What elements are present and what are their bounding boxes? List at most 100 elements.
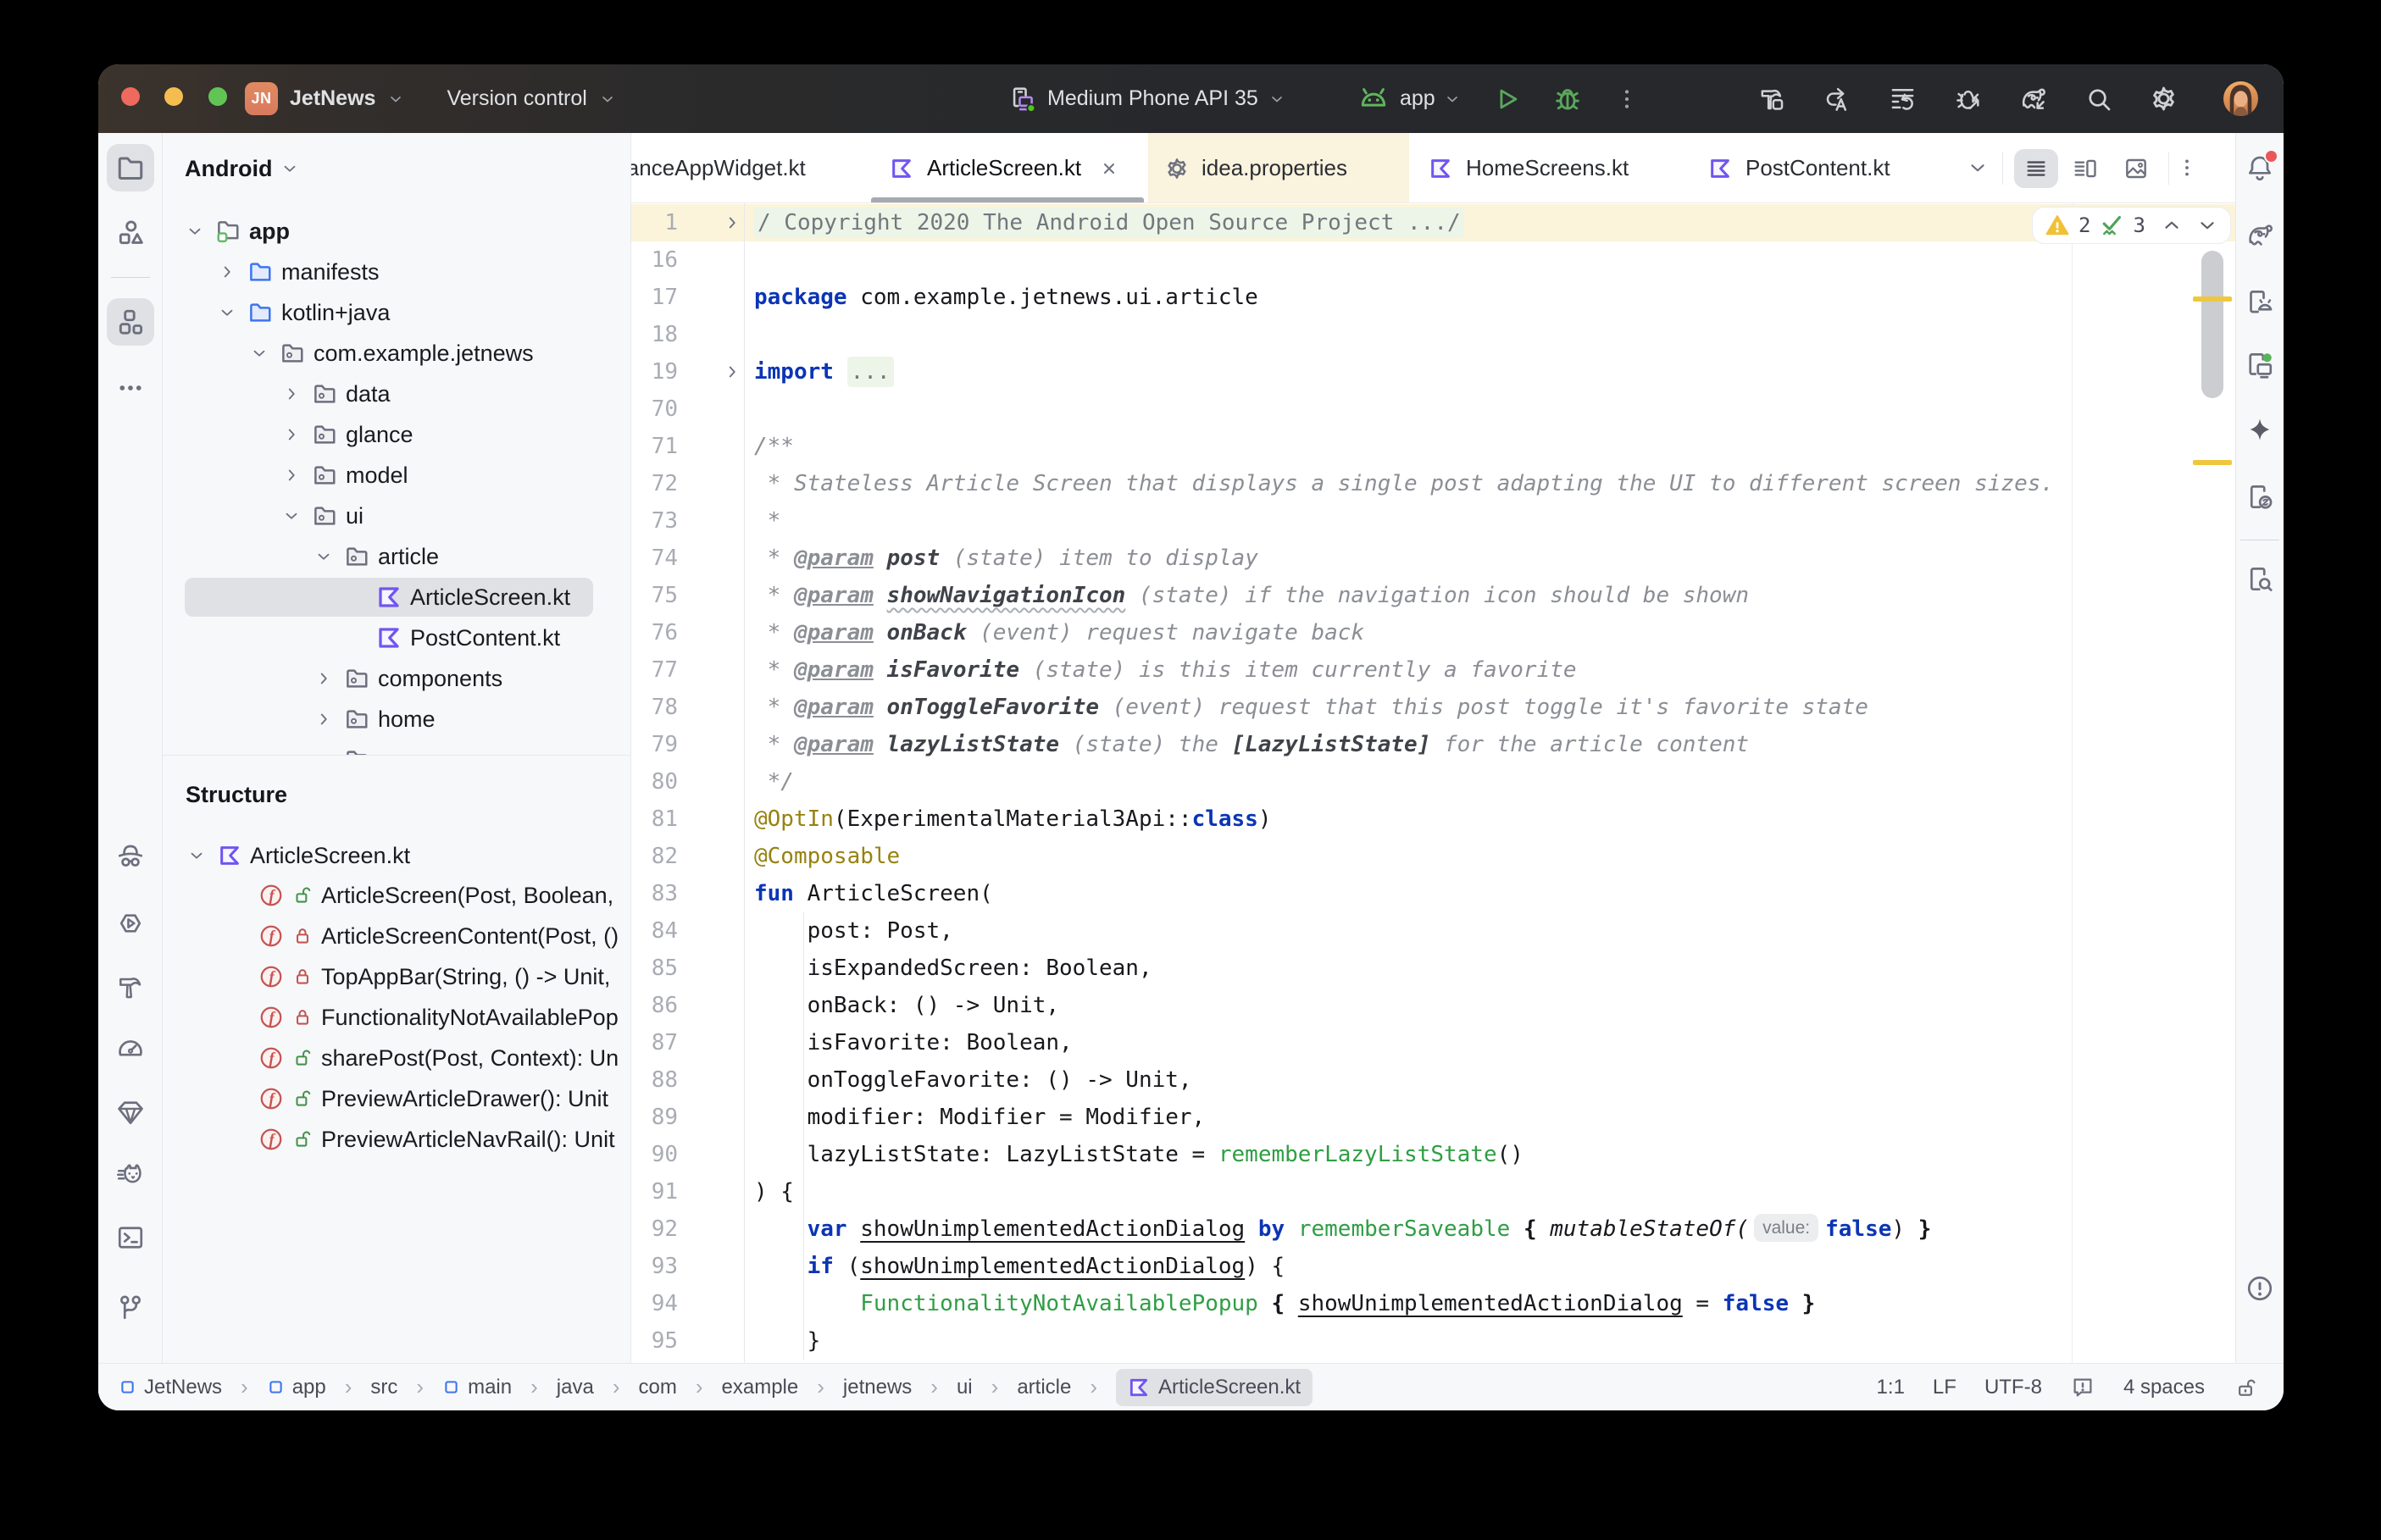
line-number[interactable]: 81 (631, 800, 678, 838)
structure-root[interactable]: ArticleScreen.kt (187, 835, 410, 876)
line-number[interactable]: 94 (631, 1285, 678, 1322)
code-editor[interactable]: 1 / Copyright 2020 The Android Open Sourc… (631, 203, 2235, 1363)
running-devices-tool-button[interactable] (2236, 341, 2284, 389)
editor-scrollbar-thumb[interactable] (2201, 251, 2223, 398)
tree-chevron-box[interactable] (314, 546, 334, 567)
settings-button[interactable] (2149, 84, 2178, 114)
breadcrumb-jetnews[interactable]: JetNews (119, 1376, 222, 1399)
line-number[interactable]: 80 (631, 763, 678, 800)
line-number[interactable]: 70 (631, 391, 678, 428)
line-number[interactable]: 77 (631, 651, 678, 689)
tree-chevron-box[interactable] (281, 424, 302, 445)
tree-chevron-box[interactable] (314, 709, 334, 729)
debug-button[interactable] (1552, 84, 1583, 114)
tree-item-home[interactable]: home (314, 699, 436, 740)
more-tools-button[interactable] (107, 364, 154, 412)
structure-item[interactable]: PreviewArticleNavRail(): Unit (258, 1119, 615, 1160)
line-number[interactable]: 91 (631, 1173, 678, 1210)
line-number[interactable]: 87 (631, 1024, 678, 1061)
tree-item-glance[interactable]: glance (281, 414, 413, 455)
close-window-button[interactable] (121, 87, 140, 106)
close-tab-button[interactable] (1099, 158, 1119, 179)
services-tool-button[interactable] (107, 900, 154, 947)
tree-item-manifests[interactable]: manifests (217, 252, 380, 292)
device-manager-tool-button[interactable] (2236, 279, 2284, 326)
apply-changes-button[interactable] (1823, 84, 1852, 114)
breadcrumb-com[interactable]: com (639, 1376, 677, 1399)
editor-view-design-button[interactable] (2123, 155, 2150, 182)
gemini-tool-button[interactable] (2236, 406, 2284, 453)
indent[interactable]: 4 spaces (2123, 1376, 2205, 1399)
device-selector[interactable]: Medium Phone API 35 (1008, 64, 1285, 133)
write-access-icon[interactable] (2233, 1375, 2258, 1400)
breadcrumb-articlescreen-kt[interactable]: ArticleScreen.kt (1116, 1368, 1313, 1406)
breadcrumb-ui[interactable]: ui (957, 1376, 973, 1399)
inspections-widget[interactable]: 23 (2033, 208, 2230, 243)
caret-position[interactable]: 1:1 (1877, 1376, 1905, 1399)
tab-articlescreen-kt[interactable]: ArticleScreen.kt (890, 133, 1119, 202)
line-number[interactable]: 84 (631, 912, 678, 950)
line-number[interactable]: 18 (631, 316, 678, 353)
line-number[interactable]: 16 (631, 241, 678, 279)
line-number[interactable]: 83 (631, 875, 678, 912)
line-number[interactable]: 95 (631, 1322, 678, 1360)
project-name[interactable]: JetNews (290, 86, 375, 111)
tree-item-article[interactable]: article (314, 536, 439, 577)
user-avatar[interactable] (2223, 81, 2258, 116)
line-number[interactable]: 89 (631, 1099, 678, 1136)
breadcrumb-example[interactable]: example (722, 1376, 799, 1399)
tab-idea-properties[interactable]: idea.properties (1164, 133, 1347, 202)
maximize-window-button[interactable] (208, 87, 227, 106)
problems-tool-button[interactable] (2236, 1265, 2284, 1312)
encoding[interactable]: UTF-8 (1984, 1376, 2042, 1399)
tree-chevron-box[interactable] (217, 262, 237, 282)
line-number[interactable]: 86 (631, 987, 678, 1024)
build-tool-button[interactable] (107, 963, 154, 1011)
gradle-tool-button[interactable] (2236, 211, 2284, 258)
structure-item[interactable]: PreviewArticleDrawer(): Unit (258, 1078, 608, 1119)
line-number[interactable]: 74 (631, 540, 678, 577)
profiler-button[interactable] (1888, 84, 1918, 114)
device-explorer-tool-button[interactable] (2236, 556, 2284, 603)
tree-item-postcontent-kt[interactable]: PostContent.kt (346, 618, 560, 658)
line-number[interactable]: 71 (631, 428, 678, 465)
minimize-window-button[interactable] (164, 87, 183, 106)
breadcrumb-article[interactable]: article (1017, 1376, 1071, 1399)
breadcrumb-main[interactable]: main (442, 1376, 512, 1399)
warning-stripe-mark[interactable] (2193, 296, 2232, 302)
fold-marker[interactable] (723, 353, 741, 391)
line-number[interactable]: 73 (631, 502, 678, 540)
line-number[interactable]: 79 (631, 726, 678, 763)
terminal-tool-button[interactable] (107, 1214, 154, 1261)
highlight-level-icon[interactable] (2070, 1375, 2095, 1400)
line-number[interactable]: 78 (631, 689, 678, 726)
tree-chevron-box[interactable] (249, 343, 269, 363)
breadcrumb-app[interactable]: app (267, 1376, 326, 1399)
tab-homescreens-kt[interactable]: HomeScreens.kt (1429, 133, 1629, 202)
version-control-tool-button[interactable] (107, 1283, 154, 1331)
editor-more-options-button[interactable] (2175, 156, 2199, 180)
app-inspection-tool-button[interactable] (107, 1089, 154, 1136)
gradle-sync-button[interactable] (2018, 84, 2049, 114)
editor-view-split-button[interactable] (2072, 155, 2099, 182)
tree-item-components[interactable]: components (314, 658, 502, 699)
tree-chevron-box[interactable] (281, 506, 302, 526)
logcat-tool-button[interactable] (107, 1150, 154, 1198)
tab-list-chevron-button[interactable] (1967, 157, 1989, 179)
breadcrumb-java[interactable]: java (557, 1376, 594, 1399)
device-mirror-tool-button[interactable] (2236, 474, 2284, 521)
editor-view-source-button[interactable] (2014, 149, 2058, 188)
panel-divider[interactable] (163, 755, 630, 756)
tree-item-kotlin-java[interactable]: kotlin+java (217, 292, 390, 333)
more-actions-button[interactable] (1613, 86, 1640, 113)
line-number[interactable]: 75 (631, 577, 678, 614)
tree-chevron-box[interactable] (185, 221, 205, 241)
app-quality-insights-tool-button[interactable] (107, 833, 154, 880)
structure-item[interactable]: ArticleScreen(Post, Boolean, (258, 875, 613, 916)
previous-problem-button[interactable] (2161, 214, 2183, 236)
line-number[interactable]: 19 (631, 353, 678, 391)
line-number[interactable]: 17 (631, 279, 678, 316)
structure-item[interactable]: sharePost(Post, Context): Un (258, 1038, 619, 1078)
tree-item-ui[interactable]: ui (281, 496, 364, 536)
line-number[interactable]: 1 (631, 204, 678, 241)
